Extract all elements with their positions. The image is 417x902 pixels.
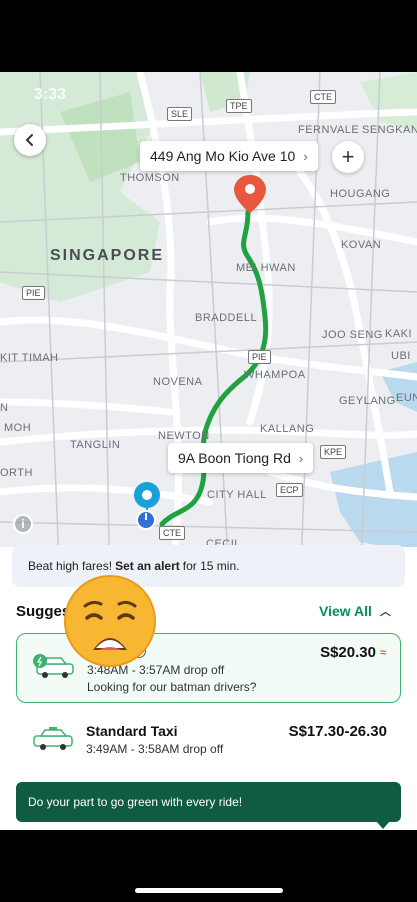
- map-label-sengkang: SENGKANG: [362, 124, 417, 136]
- road-shield-pie-mid: PIE: [248, 350, 271, 364]
- pickup-marker: [134, 482, 160, 530]
- status-time: 3:33: [34, 86, 67, 103]
- map-label-singapore: SINGAPORE: [50, 247, 165, 264]
- view-all-label: View All: [319, 603, 372, 619]
- chevron-right-icon: ›: [298, 450, 304, 466]
- view-all-button[interactable]: View All ︿: [319, 603, 391, 619]
- map-label-kallang: KALLANG: [260, 423, 315, 435]
- option-title: Standard Taxi: [86, 723, 178, 739]
- alert-link[interactable]: Set an alert: [115, 559, 180, 573]
- map-label-novena: NOVENA: [153, 376, 203, 388]
- weary-face-emoji: [64, 575, 156, 667]
- chevron-right-icon: ›: [303, 148, 308, 164]
- map-label-geylang: GEYLANG: [339, 395, 396, 407]
- road-shield-cte-top: CTE: [310, 90, 336, 104]
- chevron-up-icon: ︿: [379, 606, 391, 618]
- top-status-area: [0, 0, 417, 72]
- pickup-callout[interactable]: 449 Ang Mo Kio Ave 10 ›: [140, 141, 318, 171]
- alert-prefix: Beat high fares!: [28, 559, 113, 573]
- map-label-orth: ORTH: [0, 467, 33, 479]
- map-label-tanglin: TANGLIN: [70, 439, 121, 451]
- map-label-eun: EUN: [396, 392, 417, 404]
- map-label-n: N: [0, 402, 9, 414]
- road-shield-sle: SLE: [167, 107, 193, 121]
- map-label-bukit-timah: KIT TIMAH: [0, 352, 59, 364]
- road-shield-cte-bottom: CTE: [159, 526, 185, 540]
- price-value: S$17.30-26.30: [288, 723, 387, 740]
- map-label-ubi: UBI: [391, 350, 411, 362]
- surge-icon: ≈: [379, 646, 386, 659]
- map-label-whampoa: WHAMPOA: [244, 369, 306, 381]
- map-label-newton: NEWTON: [158, 430, 210, 442]
- map-label-braddell: BRADDELL: [195, 312, 258, 324]
- alert-suffix: for 15 min.: [182, 559, 240, 573]
- road-shield-pie-left: PIE: [22, 286, 45, 300]
- map-label-joo-seng: JOO SENG: [322, 329, 383, 341]
- map-label-fernvale: FERNVALE: [298, 124, 360, 136]
- dropoff-callout[interactable]: 9A Boon Tiong Rd ›: [168, 443, 314, 473]
- map-label-moh: MOH: [4, 422, 32, 434]
- map-label-hougang: HOUGANG: [330, 188, 391, 200]
- road-shield-tpe: TPE: [226, 99, 252, 113]
- map-label-city-hall: CITY HALL: [207, 489, 267, 501]
- road-shield-kpe: KPE: [320, 445, 347, 459]
- dropoff-address: 9A Boon Tiong Rd: [178, 450, 291, 466]
- plus-icon: +: [341, 144, 355, 169]
- back-button[interactable]: [14, 124, 46, 156]
- map-info-icon[interactable]: i: [13, 514, 33, 534]
- map-label-mei-hwan: MEI HWAN: [236, 262, 296, 274]
- green-ride-toast: Do your part to go green with every ride…: [16, 782, 401, 822]
- chevron-left-icon: [25, 134, 33, 146]
- map-label-thomson: THOMSON: [120, 172, 180, 184]
- ride-option-standard-taxi[interactable]: Standard Taxi 3:49AM - 3:58AM drop off S…: [16, 709, 401, 771]
- add-stop-button[interactable]: +: [332, 141, 364, 173]
- option-note: Looking for our batman drivers?: [87, 680, 257, 694]
- pickup-address: 449 Ang Mo Kio Ave 10: [150, 148, 296, 164]
- road-shield-ecp: ECP: [276, 483, 303, 497]
- map-label-kovan: KOVAN: [341, 239, 382, 251]
- taxi-icon: [33, 727, 73, 750]
- option-time: 3:49AM - 3:58AM drop off: [86, 742, 224, 756]
- home-indicator[interactable]: [135, 888, 283, 893]
- option-price: S$20.30 ≈: [320, 644, 386, 661]
- map-label-kaki: KAKI: [385, 328, 413, 340]
- price-value: S$20.30: [320, 644, 376, 661]
- toast-text: Do your part to go green with every ride…: [28, 795, 243, 809]
- toast-pointer: [376, 821, 390, 829]
